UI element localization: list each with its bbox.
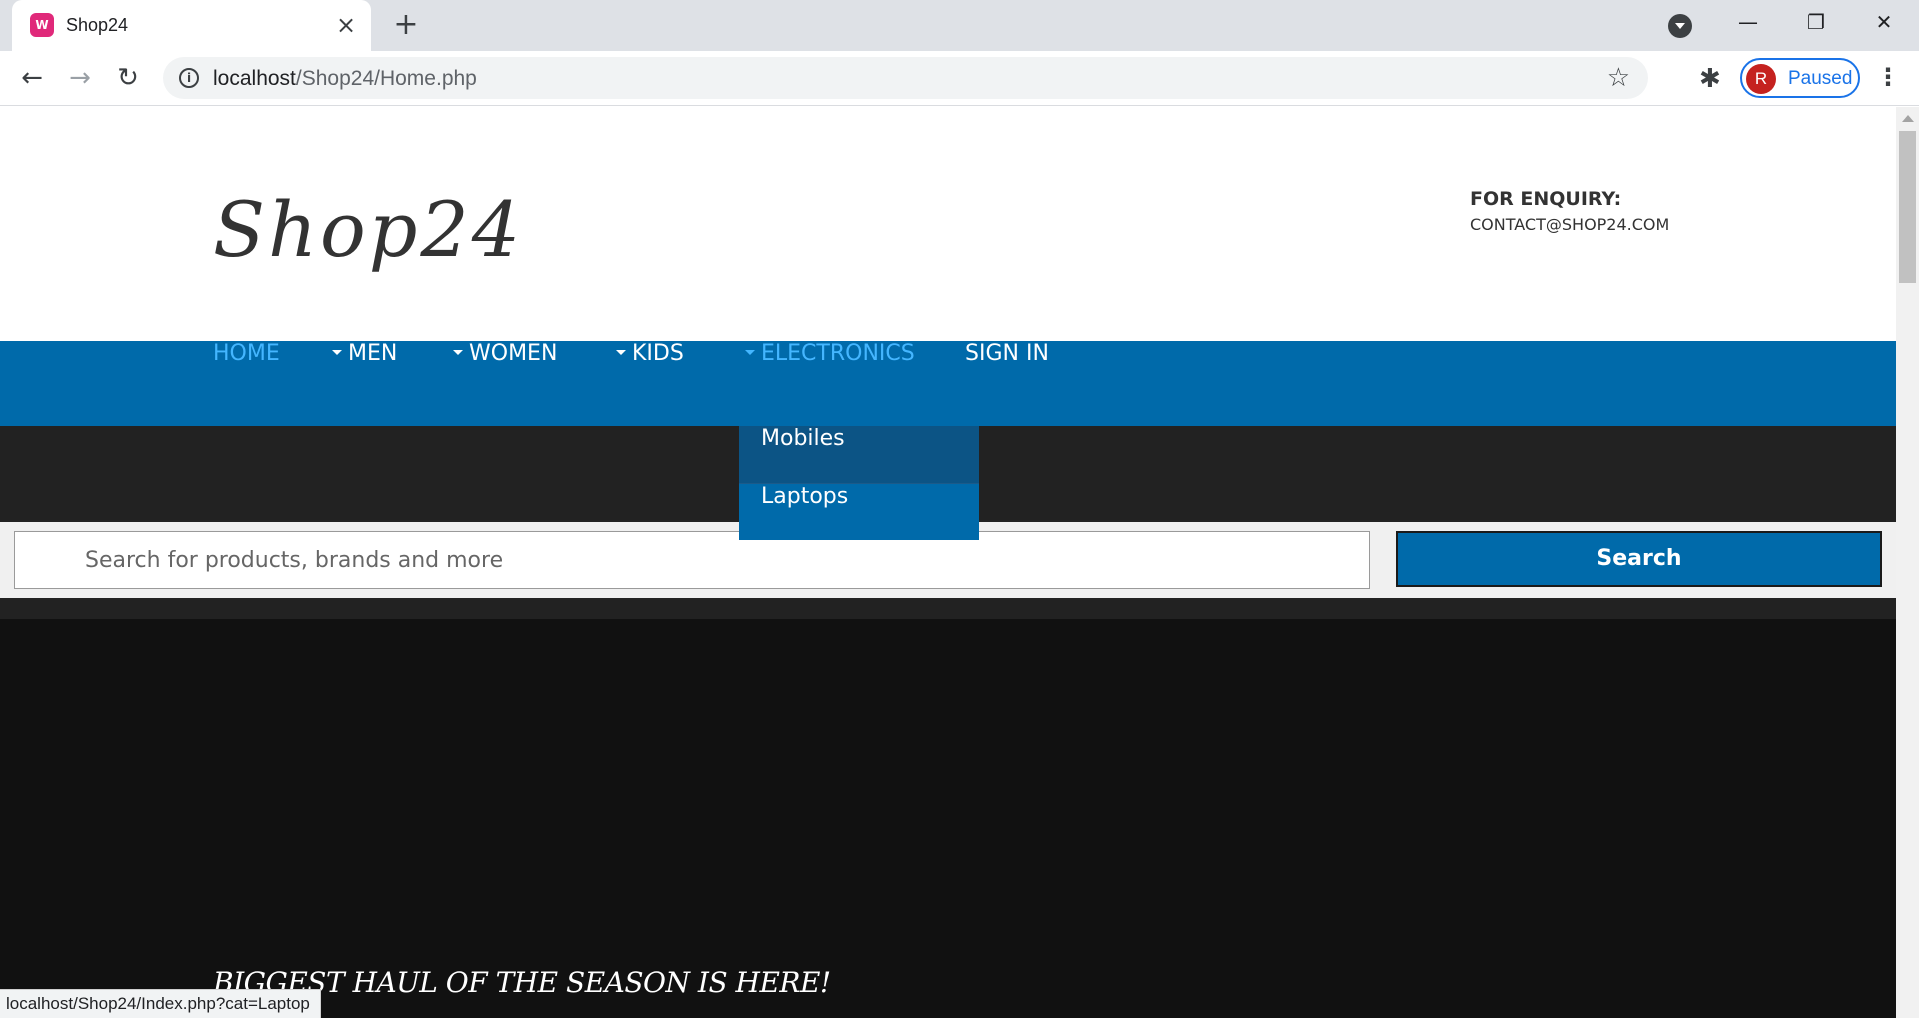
back-button[interactable]: ← <box>14 61 50 97</box>
enquiry-email: CONTACT@SHOP24.COM <box>1470 215 1670 234</box>
url-text[interactable]: localhost/Shop24/Home.php <box>213 67 477 91</box>
tab-strip: W Shop24 × + — ❐ ✕ <box>0 0 1919 51</box>
site-logo[interactable]: Shop24 <box>213 185 523 274</box>
forward-button[interactable]: → <box>62 61 98 97</box>
browser-tab[interactable]: W Shop24 × <box>12 0 371 51</box>
enquiry-title: FOR ENQUIRY: <box>1470 188 1622 210</box>
page-viewport: Shop24 FOR ENQUIRY: CONTACT@SHOP24.COM H… <box>0 107 1896 1018</box>
nav-signin-label: SIGN IN <box>965 341 1049 366</box>
caret-down-icon <box>332 349 342 355</box>
status-url-bubble: localhost/Shop24/Index.php?cat=Laptop <box>0 989 321 1018</box>
nav-home-label: HOME <box>213 341 280 366</box>
nav-women[interactable]: WOMEN <box>453 341 557 426</box>
address-bar[interactable]: i localhost/Shop24/Home.php ☆ <box>163 57 1648 99</box>
url-host: localhost <box>213 67 296 90</box>
close-window-button[interactable]: ✕ <box>1850 0 1918 44</box>
profile-status: Paused <box>1788 68 1853 89</box>
nav-electronics[interactable]: ELECTRONICS <box>745 341 915 426</box>
page-scrollbar[interactable] <box>1896 107 1919 1018</box>
tab-title: Shop24 <box>66 15 129 35</box>
wamp-icon: W <box>30 13 54 37</box>
dark-strip <box>0 598 1896 619</box>
caret-down-icon <box>453 349 463 355</box>
hero-banner: BIGGEST HAUL OF THE SEASON IS HERE! <box>0 619 1896 1018</box>
reload-button[interactable]: ↻ <box>110 61 146 97</box>
nav-signin[interactable]: SIGN IN <box>965 341 1049 426</box>
nav-women-label: WOMEN <box>469 341 558 366</box>
nav-home[interactable]: HOME <box>213 341 280 426</box>
scroll-up-arrow-icon[interactable] <box>1902 115 1914 122</box>
search-input[interactable] <box>14 531 1370 589</box>
nav-kids-label: KIDS <box>632 341 684 366</box>
tab-search-icon[interactable] <box>1668 14 1692 38</box>
scroll-thumb[interactable] <box>1899 131 1916 283</box>
url-path: /Shop24/Home.php <box>295 67 477 90</box>
site-info-icon[interactable]: i <box>179 68 199 88</box>
browser-menu-icon[interactable]: ⋮ <box>1876 60 1900 96</box>
close-tab-icon[interactable]: × <box>333 12 359 38</box>
caret-down-icon <box>616 349 626 355</box>
nav-electronics-label: ELECTRONICS <box>761 341 915 366</box>
avatar: R <box>1746 64 1776 94</box>
nav-men[interactable]: MEN <box>332 341 397 426</box>
caret-down-icon <box>745 349 755 355</box>
nav-men-label: MEN <box>348 341 398 366</box>
bookmark-star-icon[interactable]: ☆ <box>1607 63 1630 93</box>
profile-button[interactable]: R Paused <box>1740 58 1860 98</box>
dropdown-item-laptops[interactable]: Laptops <box>739 483 979 540</box>
new-tab-button[interactable]: + <box>390 10 422 42</box>
dropdown-item-mobiles[interactable]: Mobiles <box>739 426 979 483</box>
nav-kids[interactable]: KIDS <box>616 341 684 426</box>
main-nav: HOME MEN WOMEN KIDS ELECTRONICS SIGN IN <box>0 341 1896 426</box>
electronics-dropdown: Mobiles Laptops <box>739 426 979 540</box>
browser-toolbar: ← → ↻ i localhost/Shop24/Home.php ☆ ✱ R … <box>0 51 1919 106</box>
extensions-icon[interactable]: ✱ <box>1699 64 1721 94</box>
minimize-button[interactable]: — <box>1714 0 1782 44</box>
search-button[interactable]: Search <box>1396 531 1882 587</box>
restore-button[interactable]: ❐ <box>1782 0 1850 44</box>
